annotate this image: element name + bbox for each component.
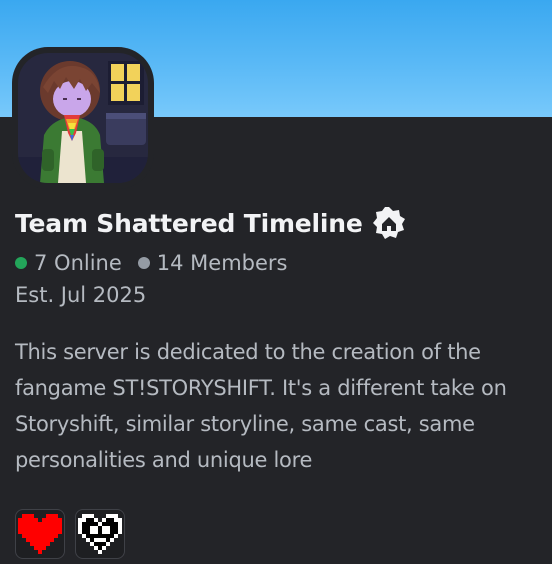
server-description: This server is dedicated to the creation… — [15, 340, 507, 472]
online-status-dot — [15, 257, 27, 269]
server-emoji-row — [15, 509, 125, 559]
server-avatar-icon — [18, 53, 148, 183]
established-date: Est. Jul 2025 — [15, 283, 147, 307]
monster-soul-emoji[interactable] — [75, 509, 125, 559]
server-name-text: Team Shattered Timeline — [15, 208, 363, 238]
online-count: 7 Online — [34, 251, 122, 275]
member-count: 14 Members — [156, 251, 288, 275]
community-badge-icon[interactable] — [372, 206, 406, 240]
server-stats: 7 Online 14 Members — [15, 247, 288, 279]
members-status-dot — [137, 257, 150, 269]
server-name: Team Shattered Timeline — [15, 204, 406, 242]
red-heart-emoji[interactable] — [15, 509, 65, 559]
server-icon[interactable] — [12, 47, 154, 189]
